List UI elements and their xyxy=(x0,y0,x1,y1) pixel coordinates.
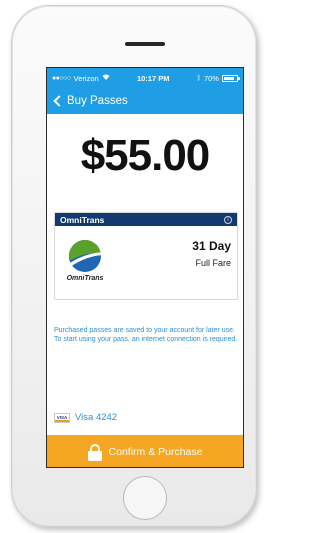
earpiece-speaker xyxy=(125,42,165,46)
status-bar: ●●○○○ Verizon 10:17 PM ᛒ 70% xyxy=(47,68,243,88)
nav-bar: Buy Passes xyxy=(47,88,243,114)
payment-card-label: Visa 4242 xyxy=(75,412,118,423)
lock-icon xyxy=(87,443,102,461)
purchase-info-text: Purchased passes are saved to your accou… xyxy=(54,327,238,343)
carrier-label: Verizon xyxy=(73,73,99,83)
battery-icon xyxy=(221,74,240,82)
home-button[interactable] xyxy=(123,476,167,520)
app-screen: ●●○○○ Verizon 10:17 PM ᛒ 70% Buy Passes … xyxy=(46,67,244,468)
agency-name: OmniTrans xyxy=(60,214,105,225)
back-button-label: Buy Passes xyxy=(67,95,128,107)
back-button[interactable]: Buy Passes xyxy=(52,95,128,107)
wifi-icon xyxy=(102,74,110,82)
status-right: ᛒ 70% xyxy=(196,73,240,83)
status-left: ●●○○○ Verizon xyxy=(52,74,110,83)
info-icon[interactable]: i xyxy=(224,215,232,224)
visa-card-icon: VISA xyxy=(54,412,70,423)
signal-icon: ●●○○○ xyxy=(52,74,71,82)
chevron-left-icon xyxy=(53,95,65,107)
payment-method[interactable]: VISA Visa 4242 xyxy=(54,412,117,423)
price-total: $55.00 xyxy=(80,131,211,180)
phone-frame: ●●○○○ Verizon 10:17 PM ᛒ 70% Buy Passes … xyxy=(11,5,257,527)
battery-percent: 70% xyxy=(203,73,219,83)
pass-fare-type: Full Fare xyxy=(195,258,231,268)
pass-card: OmniTrans i OmniTrans 31 Day Full Fare xyxy=(54,212,238,300)
pass-duration: 31 Day xyxy=(192,239,231,253)
bluetooth-icon: ᛒ xyxy=(196,74,201,82)
status-time: 10:17 PM xyxy=(136,73,170,83)
pass-card-header: OmniTrans i xyxy=(55,213,237,226)
confirm-button-label: Confirm & Purchase xyxy=(108,446,203,458)
omnitrans-logo: OmniTrans xyxy=(62,239,108,291)
confirm-purchase-button[interactable]: Confirm & Purchase xyxy=(47,435,243,467)
logo-wordmark: OmniTrans xyxy=(66,275,104,282)
